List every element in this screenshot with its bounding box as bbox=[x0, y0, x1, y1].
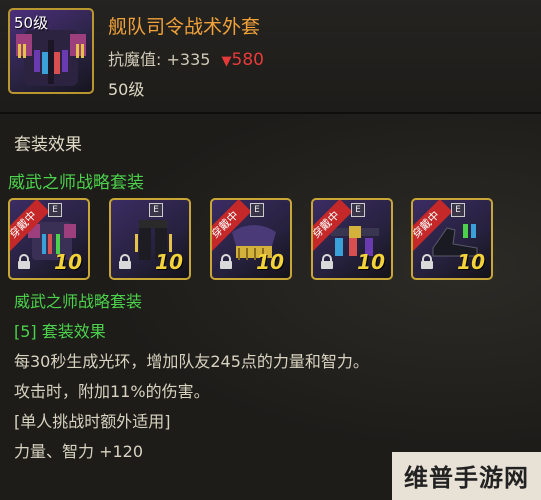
lock-icon bbox=[119, 254, 131, 269]
section-title: 套装效果 bbox=[14, 135, 82, 155]
watermark: 维普手游网 bbox=[404, 464, 529, 492]
coat-item-icon[interactable]: 50级 bbox=[8, 8, 94, 94]
stat-label: 抗魔值: bbox=[108, 50, 162, 69]
desc-line-3: [单人挑战时额外适用] bbox=[14, 412, 171, 431]
stat-delta: 580 bbox=[231, 50, 264, 70]
enhance-level: 10 bbox=[54, 250, 82, 274]
lock-icon bbox=[18, 254, 30, 269]
desc-line-4: 力量、智力 +120 bbox=[14, 442, 144, 461]
set-slot-shoulder[interactable]: 穿戴中 E 10 bbox=[210, 198, 292, 280]
grade-badge: E bbox=[451, 203, 465, 217]
lock-icon bbox=[220, 254, 232, 269]
lock-icon bbox=[321, 254, 333, 269]
item-level-tag: 50级 bbox=[14, 14, 49, 32]
grade-badge: E bbox=[48, 203, 62, 217]
desc-line-1: 每30秒生成光环，增加队友245点的力量和智力。 bbox=[14, 352, 369, 371]
lock-icon bbox=[421, 254, 433, 269]
enhance-level: 10 bbox=[457, 250, 485, 274]
desc-line-2: 攻击时，附加11%的伤害。 bbox=[14, 382, 210, 401]
grade-badge: E bbox=[149, 203, 163, 217]
item-header: 50级 舰队司令战术外套 抗魔值: +335 ▼580 50级 bbox=[0, 0, 541, 112]
desc-tier: [5] 套装效果 bbox=[14, 322, 106, 341]
set-slot-shoes[interactable]: 穿戴中 E 10 bbox=[411, 198, 493, 280]
set-slot-coat[interactable]: 穿戴中 E 10 bbox=[8, 198, 90, 280]
enhance-level: 10 bbox=[155, 250, 183, 274]
down-arrow-icon: ▼ bbox=[221, 54, 232, 69]
set-name: 威武之师战略套装 bbox=[8, 173, 144, 193]
item-level: 50级 bbox=[108, 80, 145, 99]
enhance-level: 10 bbox=[256, 250, 284, 274]
stat-row: 抗魔值: +335 ▼580 bbox=[108, 46, 264, 70]
grade-badge: E bbox=[351, 203, 365, 217]
set-slot-pants[interactable]: E 10 bbox=[109, 198, 191, 280]
set-slot-belt[interactable]: 穿戴中 E 10 bbox=[311, 198, 393, 280]
desc-set-name: 威武之师战略套装 bbox=[14, 292, 143, 311]
enhance-level: 10 bbox=[357, 250, 385, 274]
item-name: 舰队司令战术外套 bbox=[108, 16, 261, 38]
set-section: 套装效果 威武之师战略套装 穿戴中 E 10 E 10 穿戴中 E 10 穿戴中… bbox=[0, 114, 541, 500]
grade-badge: E bbox=[250, 203, 264, 217]
stat-value: +335 bbox=[166, 50, 211, 69]
